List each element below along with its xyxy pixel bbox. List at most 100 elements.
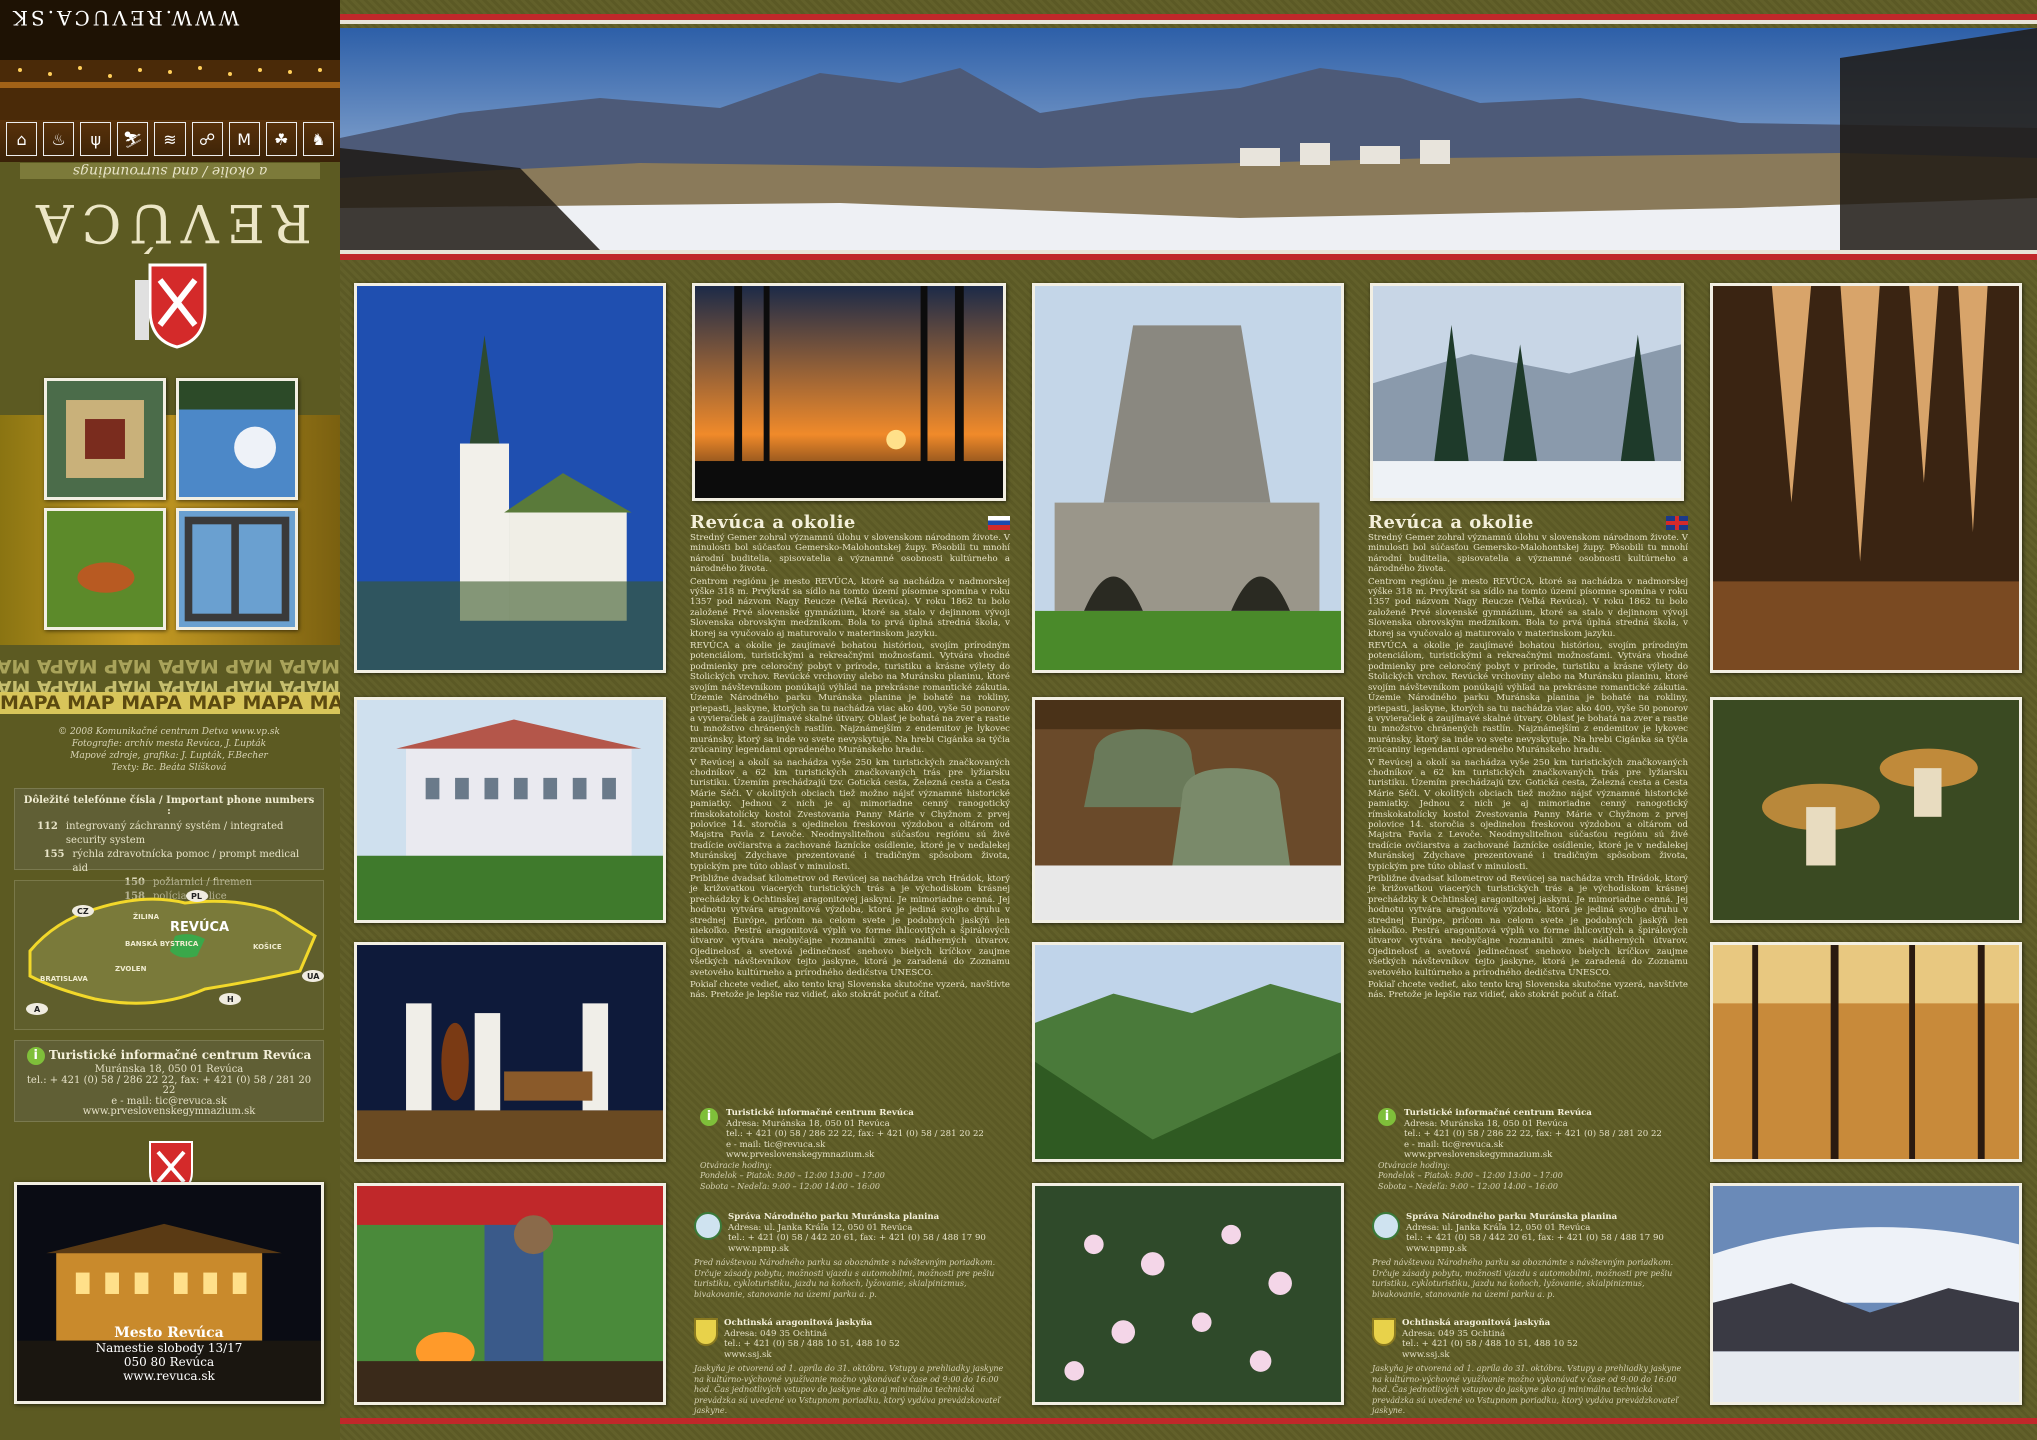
phone-desc: rýchla zdravotnícka pomoc / prompt medic… — [72, 849, 300, 874]
map-town: ZVOLEN — [115, 965, 147, 973]
mushrooms-photo — [1710, 697, 2022, 923]
city-address: Namestie slobody 13/17 — [95, 1341, 243, 1355]
flowers-photo — [1032, 1183, 1344, 1405]
phone-row: 112 integrovaný záchranný systém / integr… — [23, 820, 315, 848]
info-icon: i — [26, 1047, 45, 1065]
cave-info-block-sk: Ochtinská aragonitová jaskyňa Adresa: 04… — [694, 1318, 1012, 1417]
collage-photo-2 — [176, 378, 298, 500]
tic-info-block-sk: i Turistické informačné centrum Revúca A… — [700, 1108, 1010, 1192]
cave-line: tel.: + 421 (0) 58 / 488 10 51, 488 10 5… — [724, 1339, 900, 1349]
autumn-forest-photo — [1710, 942, 2022, 1162]
flag-sk-icon — [988, 515, 1010, 530]
top-white-stripe — [340, 20, 2037, 24]
mountain-inversion-photo — [1710, 1183, 2022, 1405]
tic-title: Turistické informačné centrum Revúca — [1404, 1108, 1592, 1118]
cave-line[interactable]: www.ssj.sk — [1402, 1350, 1578, 1361]
tic-line: Adresa: Muránska 18, 050 01 Revúca — [1404, 1118, 1568, 1129]
paragraph: Pokiaľ chcete vedieť, ako tento kraj Slo… — [1368, 980, 1688, 1001]
city-web[interactable]: www.revuca.sk — [17, 1369, 321, 1383]
tic-box-left: i Turistické informačné centrum Revúca M… — [14, 1040, 324, 1122]
cave-info-block-en: Ochtinská aragonitová jaskyňa Adresa: 04… — [1372, 1318, 1690, 1417]
tic-line[interactable]: www.prveslovenskegymnazium.sk — [1404, 1150, 1662, 1161]
tic-line[interactable]: www.prveslovenskegymnazium.sk — [726, 1150, 984, 1161]
valley-photo — [1032, 942, 1344, 1162]
subtitle-text: a okolie / and surroundings — [20, 163, 320, 179]
city-title: Mesto Revúca — [114, 1325, 224, 1341]
panorama-bottom-red-stripe — [340, 254, 2037, 260]
map-town: ŽILINA — [133, 912, 160, 921]
cover-night-photo: WWW.REVUCA.SK ⌂ ♨ ψ ⛷ ≋ ☍ M ☘ ♞ — [0, 0, 340, 162]
tic-web[interactable]: www.prveslovenskegymnazium.sk — [21, 1106, 317, 1118]
flag-gb-icon — [1666, 515, 1688, 530]
paragraph: V Revúcej a okolí sa nachádza vyše 250 k… — [1368, 757, 1688, 872]
tennis-icon: ☍ — [191, 122, 223, 156]
country-badge: H — [227, 995, 234, 1004]
gymnasium-building-photo — [354, 697, 666, 923]
map-town: BANSKÁ BYSTRICA — [125, 939, 199, 948]
amenity-icon-row: ⌂ ♨ ψ ⛷ ≋ ☍ M ☘ ♞ — [6, 122, 334, 156]
hours-row: Sobota – Nedeľa: 9:00 – 12:00 14:00 – 16… — [700, 1181, 880, 1191]
cave-line: Adresa: 049 35 Ochtiná — [1402, 1328, 1506, 1339]
np-line[interactable]: www.npmp.sk — [728, 1244, 986, 1255]
country-badge: PL — [191, 892, 202, 901]
blacksmith-photo — [354, 1183, 666, 1405]
bath-icon: ≋ — [154, 122, 186, 156]
credit-line: © 2008 Komunikačné centrum Detva www.vp.… — [58, 727, 280, 737]
tic-phone: tel.: + 421 (0) 58 / 286 22 22, fax: + 4… — [26, 1074, 312, 1096]
credit-line: Mapové zdroje, grafika: J. Ľupták, F.Bec… — [70, 751, 268, 761]
phone-number: 155 — [43, 849, 65, 860]
np-note: Pred návštevou Národného parku sa obozná… — [1372, 1258, 1674, 1299]
bottom-red-stripe — [340, 1418, 2037, 1424]
paragraph: V Revúcej a okolí sa nachádza vyše 250 k… — [690, 757, 1010, 872]
tic-address: Muránska 18, 050 01 Revúca — [94, 1064, 244, 1075]
tic-title: Turistické informačné centrum Revúca — [726, 1108, 914, 1118]
city-zip: 050 80 Revúca — [123, 1355, 215, 1369]
hours-label: Otváracie hodiny: — [700, 1160, 772, 1170]
bed-icon: ⌂ — [6, 122, 38, 156]
paragraph: Pokiaľ chcete vedieť, ako tento kraj Slo… — [690, 980, 1010, 1001]
cave-line: Adresa: 049 35 Ochtiná — [724, 1328, 828, 1339]
collage-photo-3 — [44, 508, 166, 630]
paragraph: REVÚCA a okolie je zaujímavé bohatou his… — [1368, 641, 1688, 756]
phone-desc: integrovaný záchranný systém / integrate… — [65, 821, 284, 846]
np-title: Správa Národného parku Muránska planina — [1406, 1212, 1618, 1222]
tic-line: e - mail: tic@revuca.sk — [726, 1139, 826, 1150]
country-badge: UA — [307, 972, 320, 981]
fork-icon: ψ — [80, 122, 112, 156]
cave-title: Ochtinská aragonitová jaskyňa — [724, 1318, 873, 1328]
map-town: BRATISLAVA — [40, 975, 88, 983]
np-line: tel.: + 421 (0) 58 / 442 20 61, fax: + 4… — [1406, 1233, 1664, 1243]
slovakia-map: BANSKÁ BYSTRICA ŽILINA KOŠICE ZVOLEN BRA… — [14, 880, 324, 1030]
np-info-block-sk: Správa Národného parku Muránska planina … — [694, 1212, 1012, 1300]
horse-icon: ♞ — [302, 122, 334, 156]
mapa-strip-3: MAPA MAP MAPA MAP MAPA MAP MAPA — [0, 692, 340, 714]
cave-line[interactable]: www.ssj.sk — [724, 1350, 900, 1361]
cave-shield-icon — [1372, 1318, 1396, 1346]
coat-of-arms — [130, 255, 210, 350]
phone-number: 112 — [37, 821, 58, 832]
church-photo — [354, 283, 666, 673]
national-park-icon — [694, 1212, 722, 1240]
paragraph: Približne dvadsať kilometrov od Revúcej … — [690, 874, 1010, 978]
tic-info-block-en: i Turistické informačné centrum Revúca A… — [1378, 1108, 1688, 1192]
paragraph: Približne dvadsať kilometrov od Revúcej … — [1368, 874, 1688, 978]
map-town: KOŠICE — [253, 942, 282, 951]
np-line: tel.: + 421 (0) 58 / 442 20 61, fax: + 4… — [728, 1233, 986, 1243]
tic-line: e - mail: tic@revuca.sk — [1404, 1139, 1504, 1150]
title-text: REVÚCA — [28, 192, 312, 252]
np-line[interactable]: www.npmp.sk — [1406, 1244, 1664, 1255]
paragraph: REVÚCA a okolie je zaujímavé bohatou his… — [690, 641, 1010, 756]
map-city-label: REVÚCA — [170, 919, 229, 935]
folk-music-photo — [354, 942, 666, 1162]
bells-photo — [1032, 697, 1344, 923]
paragraph: Stredný Gemer zohral významnú úlohu v sl… — [690, 533, 1010, 575]
cave-line: tel.: + 421 (0) 58 / 488 10 51, 488 10 5… — [1402, 1339, 1578, 1349]
town-hall-photo: Mesto Revúca Namestie slobody 13/17 050 … — [14, 1182, 324, 1404]
cave-shield-icon — [694, 1318, 718, 1346]
sunset-forest-photo — [692, 283, 1006, 501]
np-line: Adresa: ul. Janka Kráľa 12, 050 01 Revúc… — [1406, 1222, 1591, 1233]
phone-row: 155 rýchla zdravotnícka pomoc / prompt me… — [23, 848, 315, 876]
phones-box: Dôležité telefónne čísla / Important pho… — [14, 788, 324, 902]
panorama-photo — [340, 28, 2037, 250]
np-title: Správa Národného parku Muránska planina — [728, 1212, 940, 1222]
